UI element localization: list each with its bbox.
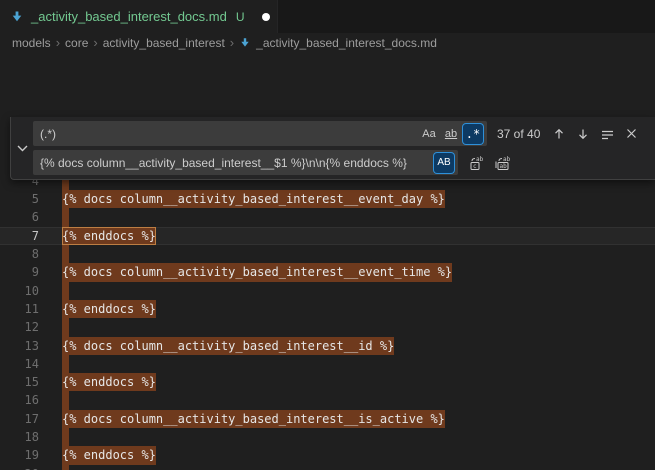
code-line[interactable]: 20 — [0, 465, 655, 470]
replace-input[interactable]: {% docs column__activity_based_interest_… — [33, 150, 458, 175]
find-match-empty — [62, 282, 69, 300]
line-number: 17 — [0, 410, 39, 428]
chevron-right-icon: › — [230, 36, 234, 49]
line-number: 10 — [0, 282, 39, 300]
breadcrumb: models › core › activity_based_interest … — [0, 33, 655, 52]
arrow-down-icon — [577, 128, 589, 140]
whole-word-button[interactable]: ab — [441, 124, 461, 144]
replace-all-icon: ab ab — [494, 155, 512, 171]
code-line[interactable]: 16 — [0, 391, 655, 409]
breadcrumb-item-file[interactable]: _activity_based_interest_docs.md — [256, 36, 437, 50]
code-line[interactable]: 8 — [0, 245, 655, 263]
line-number: 11 — [0, 300, 39, 318]
current-find-match: {% enddocs %} — [62, 227, 156, 245]
find-match-empty — [62, 465, 69, 470]
line-number: 14 — [0, 355, 39, 373]
line-number: 19 — [0, 446, 39, 464]
find-in-selection-button[interactable] — [597, 124, 617, 144]
close-icon — [626, 128, 637, 139]
code-line[interactable]: 5 {% docs column__activity_based_interest… — [0, 190, 655, 208]
find-input[interactable]: (.*) Aa ab .* — [33, 121, 487, 146]
chevron-down-icon — [17, 145, 28, 152]
tab-filename: _activity_based_interest_docs.md — [31, 9, 227, 24]
line-number: 9 — [0, 263, 39, 281]
match-count: 37 of 40 — [497, 127, 540, 141]
code-line[interactable]: 10 — [0, 282, 655, 300]
code-line-current[interactable]: 7 {% enddocs %} — [0, 227, 655, 245]
find-match: {% docs column__activity_based_interest_… — [62, 337, 394, 355]
code-line[interactable]: 17 {% docs column__activity_based_interes… — [0, 410, 655, 428]
close-find-button[interactable] — [621, 124, 641, 144]
match-case-button[interactable]: Aa — [419, 124, 439, 144]
unsaved-indicator[interactable] — [262, 13, 270, 21]
markdown-file-icon — [10, 10, 24, 24]
line-number: 15 — [0, 373, 39, 391]
line-number: 16 — [0, 391, 39, 409]
editor: (.*) Aa ab .* 37 of 40 — [0, 117, 655, 470]
vscode-window: { "tab": { "filename": "_activity_based_… — [0, 0, 655, 470]
find-match-empty — [62, 318, 69, 336]
find-match: {% enddocs %} — [62, 446, 156, 464]
arrow-up-icon — [553, 128, 565, 140]
markdown-file-icon — [239, 37, 251, 49]
find-match-empty — [62, 208, 69, 226]
breadcrumb-item-core[interactable]: core — [65, 36, 88, 50]
toggle-replace-button[interactable] — [11, 117, 33, 179]
code-line[interactable]: 6 — [0, 208, 655, 226]
code-line[interactable]: 9 {% docs column__activity_based_interest… — [0, 263, 655, 281]
find-match: {% docs column__activity_based_interest_… — [62, 263, 452, 281]
previous-match-button[interactable] — [549, 124, 569, 144]
svg-text:c: c — [473, 163, 477, 170]
find-match: {% docs column__activity_based_interest_… — [62, 410, 445, 428]
svg-text:ab: ab — [503, 156, 511, 163]
code-line[interactable]: 12 — [0, 318, 655, 336]
line-number: 5 — [0, 190, 39, 208]
line-number: 12 — [0, 318, 39, 336]
line-number: 7 — [0, 227, 39, 245]
breadcrumb-item-models[interactable]: models — [12, 36, 51, 50]
find-match: {% enddocs %} — [62, 373, 156, 391]
next-match-button[interactable] — [573, 124, 593, 144]
tab-bar: _activity_based_interest_docs.md U — [0, 0, 655, 33]
code-line[interactable]: 13 {% docs column__activity_based_interes… — [0, 337, 655, 355]
replace-all-button[interactable]: ab ab — [493, 153, 513, 173]
replace-row: {% docs column__activity_based_interest_… — [33, 150, 647, 175]
replace-value: {% docs column__activity_based_interest_… — [40, 156, 407, 170]
regex-button[interactable]: .* — [463, 124, 483, 144]
find-match-empty — [62, 428, 69, 446]
chevron-right-icon: › — [56, 36, 60, 49]
breadcrumb-item-folder[interactable]: activity_based_interest — [103, 36, 225, 50]
code-line[interactable]: 15 {% enddocs %} — [0, 373, 655, 391]
line-number: 18 — [0, 428, 39, 446]
code-line[interactable]: 18 — [0, 428, 655, 446]
line-number: 13 — [0, 337, 39, 355]
svg-text:ab: ab — [476, 156, 484, 163]
line-number: 20 — [0, 465, 39, 470]
find-match: {% enddocs %} — [62, 300, 156, 318]
find-row: (.*) Aa ab .* 37 of 40 — [33, 121, 647, 146]
find-match-empty — [62, 391, 69, 409]
replace-button[interactable]: ab c — [467, 153, 487, 173]
find-query: (.*) — [40, 127, 56, 141]
code-line[interactable]: 19 {% enddocs %} — [0, 446, 655, 464]
git-status-badge: U — [236, 10, 245, 24]
find-widget: (.*) Aa ab .* 37 of 40 — [10, 117, 655, 180]
chevron-right-icon: › — [93, 36, 97, 49]
code-line[interactable]: 14 — [0, 355, 655, 373]
selection-icon — [601, 128, 614, 140]
find-match-empty — [62, 355, 69, 373]
find-match-empty — [62, 245, 69, 263]
tab-active[interactable]: _activity_based_interest_docs.md U — [0, 0, 278, 33]
preserve-case-button[interactable]: AB — [434, 153, 454, 173]
find-match: {% docs column__activity_based_interest_… — [62, 190, 445, 208]
line-number: 8 — [0, 245, 39, 263]
line-number: 6 — [0, 208, 39, 226]
svg-text:ab: ab — [500, 163, 508, 170]
replace-icon: ab c — [469, 155, 485, 171]
code-line[interactable]: 11 {% enddocs %} — [0, 300, 655, 318]
